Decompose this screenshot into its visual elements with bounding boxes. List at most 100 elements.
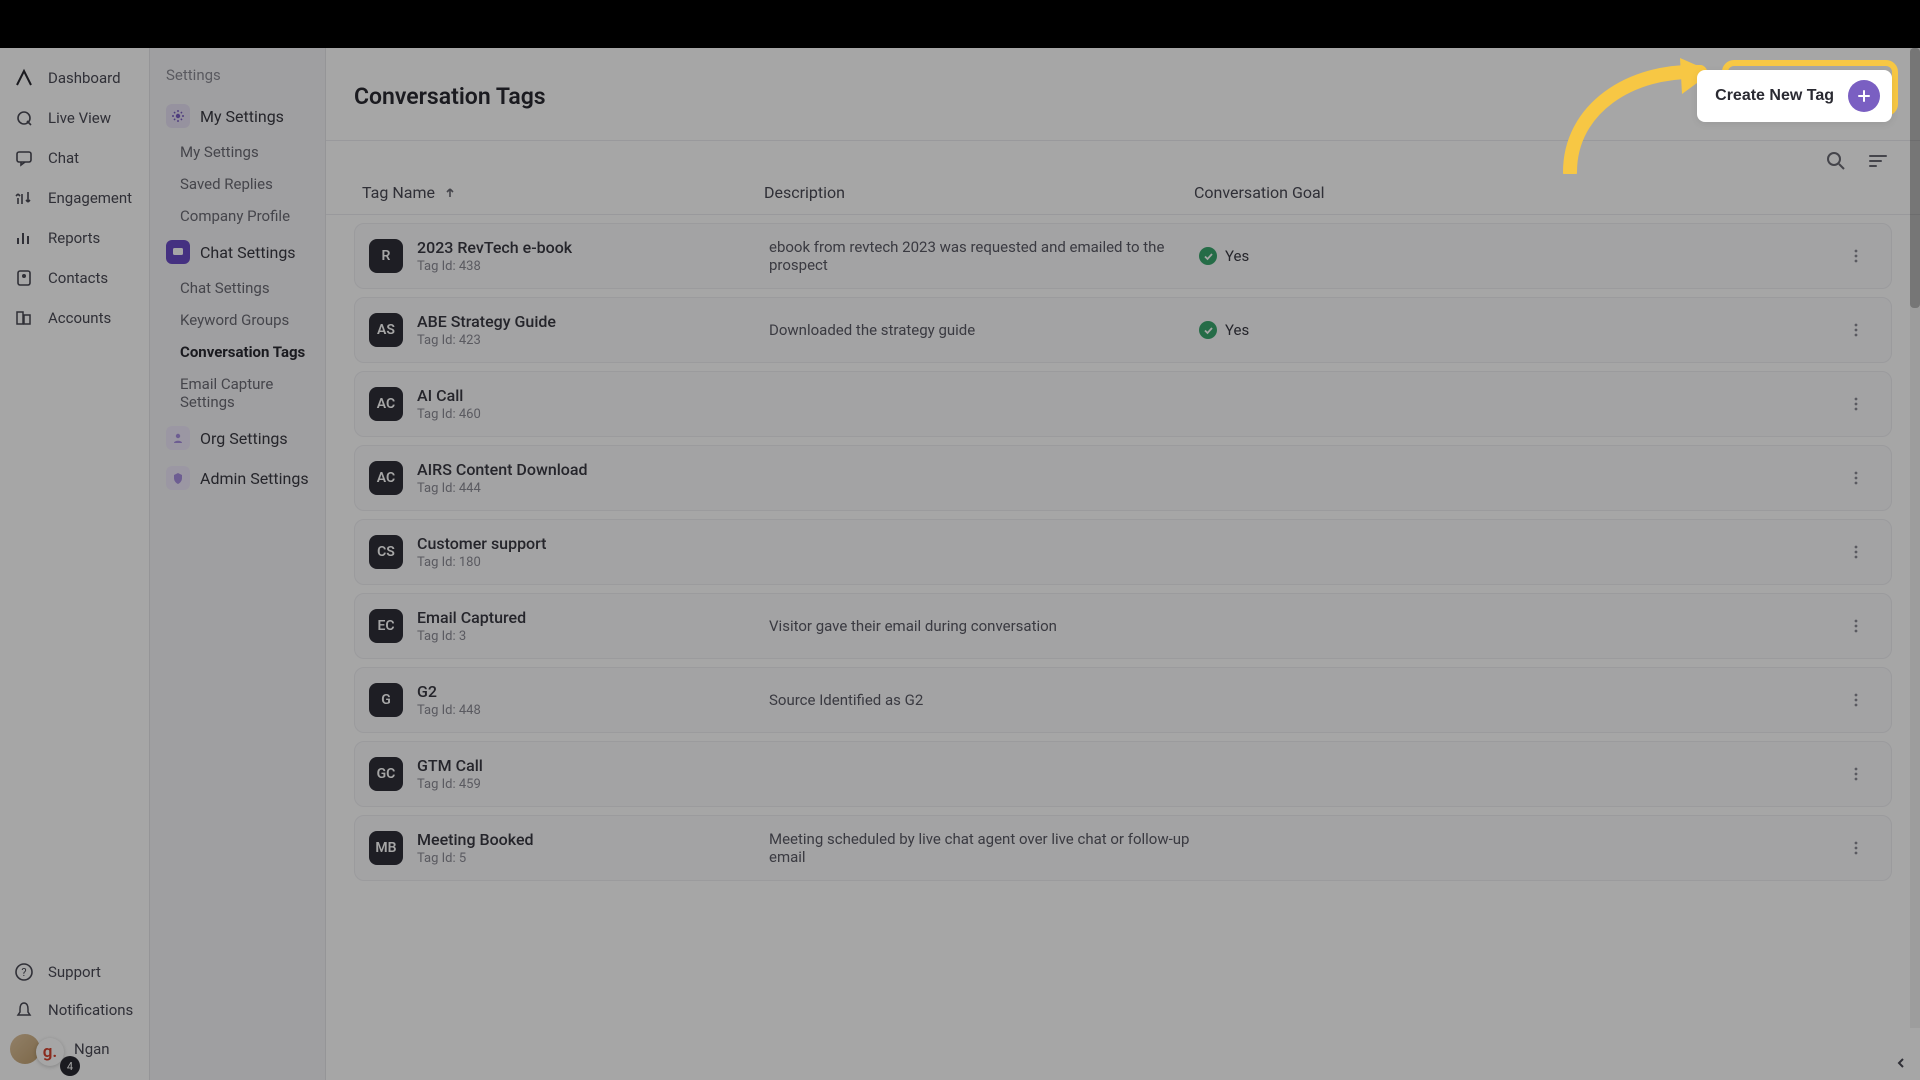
row-menu-button[interactable]	[1847, 617, 1877, 635]
section-org-settings[interactable]: Org Settings	[160, 418, 315, 458]
nav-dashboard[interactable]: Dashboard	[0, 58, 149, 98]
tag-name: AI Call	[417, 386, 769, 405]
sub-conversation-tags[interactable]: Conversation Tags	[160, 336, 315, 368]
name-column: Customer supportTag Id: 180	[417, 534, 769, 570]
nav-support[interactable]: ? Support	[0, 952, 149, 990]
reports-icon	[14, 228, 34, 248]
tag-name: Meeting Booked	[417, 830, 769, 849]
help-icon: ?	[14, 962, 34, 982]
name-column: Meeting Booked Tag Id: 5	[417, 830, 769, 866]
sort-asc-icon	[443, 186, 457, 200]
nav-label: Dashboard	[48, 69, 121, 87]
section-chat-settings[interactable]: Chat Settings	[160, 232, 315, 272]
nav-contacts[interactable]: Contacts	[0, 258, 149, 298]
rows-container: R2023 RevTech e-bookTag Id: 438ebook fro…	[326, 215, 1920, 1080]
table-row[interactable]: CSCustomer supportTag Id: 180	[354, 519, 1892, 585]
row-menu-button[interactable]	[1847, 691, 1877, 709]
user-block[interactable]: g. Ngan 4	[0, 1028, 149, 1070]
sub-saved-replies[interactable]: Saved Replies	[160, 168, 315, 200]
table-row[interactable]: AS ABE Strategy GuideTag Id: 423Downloade…	[354, 297, 1892, 363]
tag-avatar: AS	[369, 313, 403, 347]
svg-text:?: ?	[21, 966, 26, 979]
table-row[interactable]: MBMeeting BookedTag Id: 5Meeting schedul…	[354, 815, 1892, 881]
name-column: ABE Strategy GuideTag Id: 423	[417, 312, 769, 348]
conversation-goal-cell: Yes	[1199, 321, 1847, 339]
tag-name: 2023 RevTech e-book	[417, 238, 769, 257]
sort-icon[interactable]	[1866, 149, 1890, 173]
name-column: G2Tag Id: 448	[417, 682, 769, 718]
live-view-icon	[14, 108, 34, 128]
name-column: AIRS Content DownloadTag Id: 444	[417, 460, 769, 496]
nav-engagement[interactable]: Engagement	[0, 178, 149, 218]
nav-label: Reports	[48, 229, 100, 247]
section-label: Chat Settings	[200, 243, 296, 262]
scrollbar-thumb[interactable]	[1910, 48, 1920, 308]
sub-chat-settings[interactable]: Chat Settings	[160, 272, 315, 304]
main-header: Conversation Tags Create New Tag	[326, 48, 1920, 141]
conversation-goal-cell: Yes	[1199, 247, 1847, 265]
table-row[interactable]: GCGTM CallTag Id: 459	[354, 741, 1892, 807]
section-label: Admin Settings	[200, 469, 309, 488]
col-description[interactable]: Description	[764, 183, 1194, 202]
table-row[interactable]: ACAI CallTag Id: 460	[354, 371, 1892, 437]
row-menu-button[interactable]	[1847, 765, 1877, 783]
tag-name: Email Captured	[417, 608, 769, 627]
col-tag-name[interactable]: Tag Name	[354, 183, 764, 202]
sub-my-settings[interactable]: My Settings	[160, 136, 315, 168]
create-new-tag-button[interactable]: Create New Tag	[1697, 70, 1892, 122]
nav-label: Live View	[48, 109, 111, 127]
table-row[interactable]: AC AIRS Content DownloadTag Id: 444	[354, 445, 1892, 511]
nav-label: Contacts	[48, 269, 108, 287]
row-menu-button[interactable]	[1847, 395, 1877, 413]
tag-name: G2	[417, 682, 769, 701]
name-column: GTM CallTag Id: 459	[417, 756, 769, 792]
name-column: 2023 RevTech e-bookTag Id: 438	[417, 238, 769, 274]
sub-company-profile[interactable]: Company Profile	[160, 200, 315, 232]
nav-chat[interactable]: Chat	[0, 138, 149, 178]
section-my-settings[interactable]: My Settings	[160, 96, 315, 136]
tag-name: ABE Strategy Guide	[417, 312, 769, 331]
primary-nav: Dashboard Live View Chat Engagement Repo…	[0, 48, 150, 1080]
search-icon[interactable]	[1824, 149, 1848, 173]
sub-keyword-groups[interactable]: Keyword Groups	[160, 304, 315, 336]
nav-label: Accounts	[48, 309, 111, 327]
tag-id: Tag Id: 180	[417, 555, 769, 570]
create-label: Create New Tag	[1715, 87, 1834, 105]
tag-id: Tag Id: 5	[417, 851, 769, 866]
nav-label: Support	[48, 963, 101, 981]
logo-icon	[14, 68, 34, 88]
row-menu-button[interactable]	[1847, 469, 1877, 487]
description-cell: Meeting scheduled by live chat agent ove…	[769, 830, 1199, 866]
settings-nav: Settings My Settings My Settings Saved R…	[150, 48, 326, 1080]
conv-label: Yes	[1225, 321, 1249, 339]
table-row[interactable]: GG2Tag Id: 448Source Identified as G2	[354, 667, 1892, 733]
engagement-icon	[14, 188, 34, 208]
row-menu-button[interactable]	[1847, 247, 1877, 265]
row-menu-button[interactable]	[1847, 839, 1877, 857]
admin-icon	[166, 466, 190, 490]
gear-icon	[166, 104, 190, 128]
table-row[interactable]: ECEmail CapturedTag Id: 3Visitor gave th…	[354, 593, 1892, 659]
tag-id: Tag Id: 460	[417, 407, 769, 422]
tag-avatar: AC	[369, 461, 403, 495]
collapse-nav-icon[interactable]	[1894, 1056, 1908, 1070]
row-menu-button[interactable]	[1847, 321, 1877, 339]
section-admin-settings[interactable]: Admin Settings	[160, 458, 315, 498]
table-row[interactable]: R2023 RevTech e-bookTag Id: 438ebook fro…	[354, 223, 1892, 289]
page-title: Conversation Tags	[354, 83, 546, 110]
section-label: My Settings	[200, 107, 284, 126]
nav-liveview[interactable]: Live View	[0, 98, 149, 138]
toolbar	[326, 141, 1920, 173]
description-cell: Downloaded the strategy guide	[769, 321, 1199, 339]
col-conversation-goal[interactable]: Conversation Goal	[1194, 183, 1842, 202]
contacts-icon	[14, 268, 34, 288]
chat-settings-icon	[166, 240, 190, 264]
section-label: Org Settings	[200, 429, 288, 448]
row-menu-button[interactable]	[1847, 543, 1877, 561]
sub-email-capture[interactable]: Email Capture Settings	[160, 368, 315, 418]
nav-reports[interactable]: Reports	[0, 218, 149, 258]
table-header: Tag Name Description Conversation Goal	[326, 173, 1920, 215]
nav-accounts[interactable]: Accounts	[0, 298, 149, 338]
org-icon	[166, 426, 190, 450]
nav-notifications[interactable]: Notifications	[0, 990, 149, 1028]
